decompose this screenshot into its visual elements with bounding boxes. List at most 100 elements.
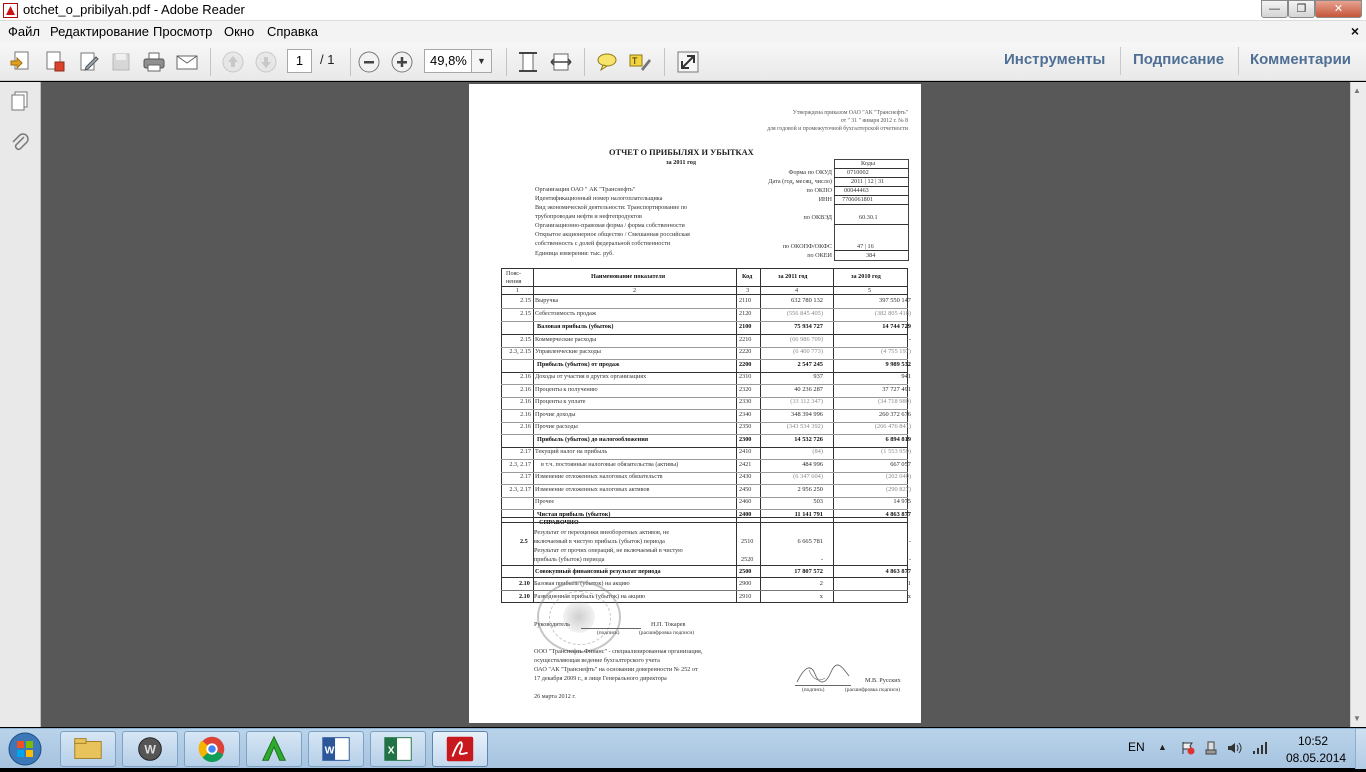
menu-edit[interactable]: Редактирование — [50, 24, 149, 39]
close-document-button[interactable]: × — [1351, 23, 1359, 39]
fit-page-icon[interactable] — [515, 49, 541, 75]
attachments-icon[interactable] — [9, 132, 31, 154]
code-label-okved: по ОКВЭД — [803, 214, 832, 221]
row-note: 2.17 — [520, 448, 531, 455]
vertical-scrollbar[interactable]: ▲ ▼ — [1350, 82, 1366, 727]
row-code: 2320 — [739, 386, 752, 393]
tools-pane-link[interactable]: Инструменты — [1004, 51, 1105, 68]
taskbar-explorer-icon[interactable] — [60, 731, 116, 767]
col-number-4: 4 — [795, 287, 799, 294]
reference-item2-line2: прибыль (убыток) периода — [534, 556, 605, 563]
menu-help[interactable]: Справка — [267, 24, 318, 39]
create-pdf-icon[interactable] — [8, 49, 34, 75]
fit-width-icon[interactable] — [548, 49, 574, 75]
zoom-out-icon[interactable] — [356, 49, 382, 75]
expand-icon[interactable] — [675, 49, 701, 75]
head-sign-caption: (подпись) — [597, 630, 620, 636]
code-label-okud: Форма по ОКУД — [788, 169, 832, 176]
menu-view[interactable]: Просмотр — [153, 24, 212, 39]
menu-file[interactable]: Файл — [8, 24, 40, 39]
row-name: Прочие расходы — [535, 423, 578, 430]
taskbar-adobe-reader-icon[interactable] — [432, 731, 488, 767]
next-page-icon[interactable] — [253, 49, 279, 75]
clock-time[interactable]: 10:52 — [1298, 734, 1328, 748]
action-center-flag-icon[interactable] — [1181, 741, 1195, 755]
maximize-button[interactable]: ❐ — [1288, 0, 1315, 18]
zoom-in-icon[interactable] — [389, 49, 415, 75]
edit-pdf-icon[interactable] — [42, 49, 68, 75]
accountant-org-line-2: осуществляющая ведение бухгалтерского уч… — [534, 657, 660, 664]
row-name: Прочие доходы — [535, 411, 576, 418]
reference-item2-code: 2520 — [741, 556, 754, 563]
row-code: 2460 — [739, 498, 752, 505]
comments-pane-link[interactable]: Комментарии — [1250, 51, 1351, 68]
row-code: 2210 — [739, 336, 752, 343]
total-row-code: 2500 — [739, 568, 752, 575]
taskbar-word-icon[interactable]: W — [308, 731, 364, 767]
zoom-dropdown-button[interactable]: ▼ — [471, 49, 492, 73]
menu-window[interactable]: Окно — [224, 24, 254, 39]
start-button[interactable] — [4, 731, 46, 767]
row-note: 2.15 — [520, 297, 531, 304]
taskbar-green-a-icon[interactable] — [246, 731, 302, 767]
previous-page-icon[interactable] — [220, 49, 246, 75]
language-indicator[interactable]: EN — [1128, 740, 1145, 754]
signature-date: 26 марта 2012 г. — [534, 693, 576, 700]
svg-text:X: X — [388, 746, 395, 757]
row-name: Текущий налог на прибыль — [535, 448, 608, 455]
removable-device-icon[interactable] — [1204, 741, 1218, 755]
row-code: 2120 — [739, 310, 752, 317]
code-label-inn: ИНН — [818, 196, 832, 203]
close-window-button[interactable]: ✕ — [1315, 0, 1362, 18]
row-name: Управленческие расходы — [535, 348, 601, 355]
row-value-2011: 937 — [813, 373, 823, 380]
save-icon[interactable] — [108, 49, 134, 75]
row-code: 2110 — [739, 297, 752, 304]
total-row-name: Совокупный финансовый результат периода — [535, 568, 661, 575]
page-thumbnails-icon[interactable] — [9, 90, 31, 112]
row-code: 2310 — [739, 373, 752, 380]
row-value-2011: (66 986 709) — [789, 336, 823, 343]
col-header-name: Наименование показателя — [591, 273, 666, 280]
clock-date[interactable]: 08.05.2014 — [1286, 751, 1346, 765]
company-seal-stamp — [537, 581, 621, 653]
eps-diluted-code: 2910 — [739, 593, 752, 600]
row-value-2011: 503 — [813, 498, 823, 505]
approval-line-3: для годовой и промежуточной бухгалтерско… — [767, 126, 908, 132]
row-value-2011: (6 347 604) — [793, 473, 823, 480]
show-desktop-button[interactable] — [1355, 729, 1366, 769]
total-row-2010: 4 863 877 — [885, 568, 911, 575]
row-name: Коммерческие расходы — [535, 336, 597, 343]
print-icon[interactable] — [141, 49, 167, 75]
report-subtitle: за 2011 год — [666, 159, 696, 166]
sign-pane-link[interactable]: Подписание — [1133, 51, 1224, 68]
taskbar-excel-icon[interactable]: X — [370, 731, 426, 767]
reference-item2-2011: - — [820, 556, 823, 563]
taskbar-chrome-icon[interactable] — [184, 731, 240, 767]
volume-icon[interactable] — [1227, 741, 1243, 755]
row-value-2010: 14 975 — [893, 498, 911, 505]
fill-sign-icon[interactable] — [76, 49, 102, 75]
page-number-input[interactable]: 1 — [287, 49, 312, 73]
row-value-2010: 14 744 729 — [882, 323, 911, 330]
show-hidden-icons-icon[interactable]: ▲ — [1158, 742, 1167, 752]
code-value-okopf: 47 | 16 — [857, 243, 874, 250]
email-icon[interactable] — [174, 49, 200, 75]
accountant-sign-caption: (подпись) — [802, 687, 825, 693]
reference-item2-line1: Результат от прочих операций, не включае… — [534, 547, 683, 554]
row-note: 2.3, 2.15 — [509, 348, 531, 355]
accountant-org-line-1: ООО "Транснефть Финанс" - специализирова… — [534, 648, 703, 655]
eps-basic-note: 2.10 — [519, 580, 530, 587]
network-signal-icon[interactable] — [1252, 741, 1268, 755]
code-label-date: Дата (год, месяц, число) — [768, 178, 832, 185]
minimize-button[interactable]: — — [1261, 0, 1288, 18]
taskbar-tanks-game-icon[interactable]: W — [122, 731, 178, 767]
row-value-2011: 2 956 250 — [797, 486, 823, 493]
zoom-level-input[interactable]: 49,8% — [424, 49, 472, 73]
reference-note: 2.5 — [520, 538, 528, 545]
comment-icon[interactable] — [594, 49, 620, 75]
row-value-2010: (202 040) — [885, 473, 911, 480]
code-label-okpo: по ОКПО — [806, 187, 832, 194]
reference-item1-2010: - — [908, 538, 911, 545]
highlight-icon[interactable]: T — [627, 49, 653, 75]
